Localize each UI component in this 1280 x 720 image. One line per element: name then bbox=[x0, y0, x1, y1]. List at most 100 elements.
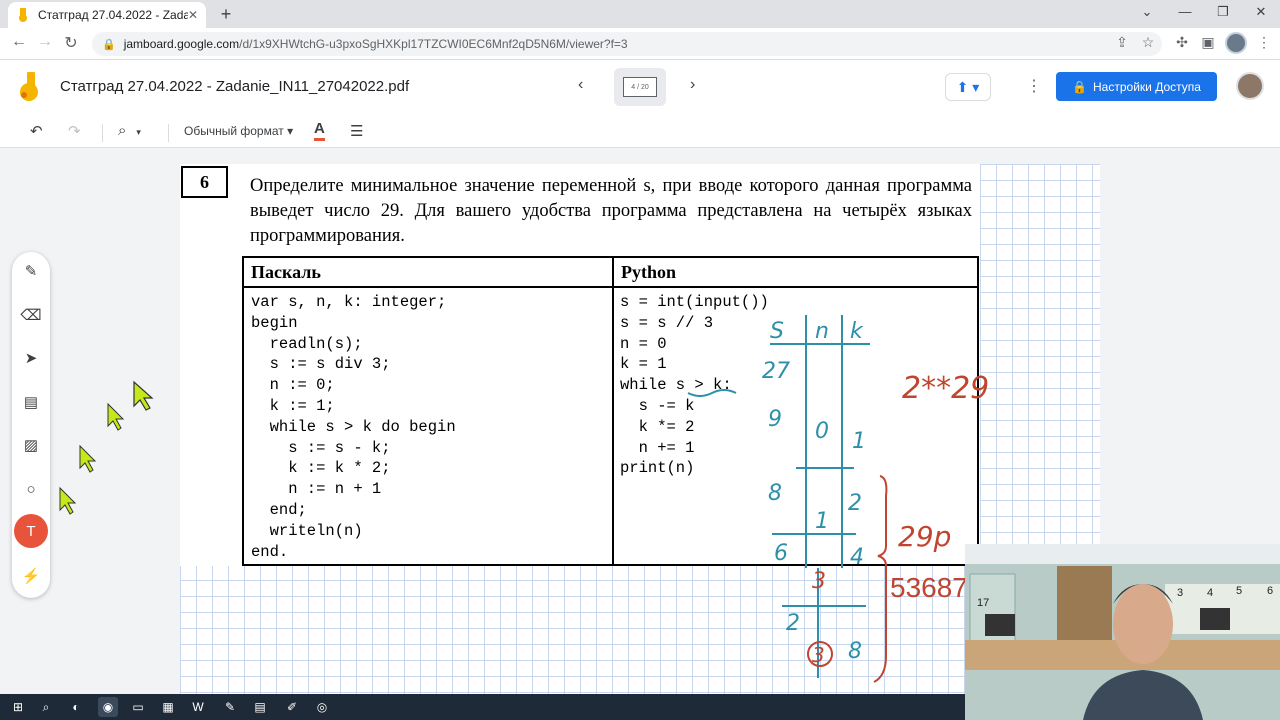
jamboard-favicon bbox=[19, 8, 27, 22]
eraser-icon[interactable]: ⌫ bbox=[20, 304, 42, 326]
hand-s-1: 9 bbox=[768, 407, 782, 432]
pen-app-icon[interactable]: ✎ bbox=[222, 699, 238, 715]
cursor-icon bbox=[107, 402, 125, 431]
cast-icon: ⬆︎ ▾ bbox=[956, 78, 980, 95]
hand-header-s: S bbox=[770, 319, 784, 344]
extensions-icon[interactable]: ✣ bbox=[1172, 34, 1192, 51]
present-button[interactable]: ⬆︎ ▾ bbox=[945, 73, 991, 101]
jamboard-header: Статград 27.04.2022 - Zadanie_IN11_27042… bbox=[0, 60, 1280, 116]
hand-red-3: 3 bbox=[812, 569, 826, 594]
hand-n-0: 0 bbox=[815, 419, 829, 444]
pen-app-icon-2[interactable]: ✐ bbox=[284, 699, 300, 715]
webcam-overlay: 17 3 4 5 6 bbox=[965, 544, 1280, 720]
obs-icon[interactable]: ◎ bbox=[314, 699, 330, 715]
hand-bottom-1: 3 bbox=[812, 643, 825, 667]
share-icon[interactable]: ⇪ bbox=[1112, 34, 1132, 51]
browser-tab[interactable]: Статград 27.04.2022 - Zadanie_IN ✕ bbox=[8, 2, 206, 28]
redo-icon[interactable]: ↷ bbox=[68, 122, 81, 140]
pen-icon[interactable]: ✎ bbox=[20, 260, 42, 282]
access-settings-button[interactable]: 🔒 Настройки Доступа bbox=[1056, 72, 1217, 101]
sidepanel-icon[interactable]: ▣ bbox=[1198, 34, 1218, 51]
hand-s-2: 8 bbox=[768, 481, 782, 506]
hand-k-3: 8 bbox=[848, 639, 862, 664]
zoom-icon[interactable]: ⌕ ▾ bbox=[118, 122, 141, 139]
search-icon[interactable]: ⌕ bbox=[38, 699, 54, 715]
jamboard-logo bbox=[20, 72, 38, 101]
tab-title: Статград 27.04.2022 - Zadanie_IN bbox=[38, 8, 188, 22]
select-icon[interactable]: ➤ bbox=[20, 347, 42, 369]
access-settings-label: Настройки Доступа bbox=[1093, 79, 1201, 94]
hand-k-1: 2 bbox=[848, 491, 862, 516]
back-icon[interactable]: ← bbox=[8, 33, 30, 51]
url-input[interactable]: 🔒 jamboard.google.com /d/1x9XHWtchG-u3px… bbox=[92, 32, 1162, 56]
url-path: /d/1x9XHWtchG-u3pxoSgHXKpl17TZCWI0EC6Mnf… bbox=[239, 37, 628, 51]
red-ink-text: 3 3 2**29 29р bbox=[812, 371, 989, 667]
hand-n-1: 1 bbox=[815, 509, 829, 534]
windows-taskbar: ⊞ ⌕ ◐ ◉ ▭ ▦ W ✎ ▤ ✐ ◎ bbox=[0, 694, 965, 720]
profile-avatar[interactable] bbox=[1225, 32, 1247, 54]
restore-icon[interactable]: ❐ bbox=[1208, 4, 1238, 20]
webcam-label-6: 6 bbox=[1267, 585, 1273, 597]
prev-frame-icon[interactable]: ‹ bbox=[578, 76, 583, 94]
format-dropdown[interactable]: Обычный формат ▾ bbox=[184, 124, 293, 138]
tool-rail: ✎ ⌫ ➤ ▤ ▨ ○ T ⚡ bbox=[12, 252, 50, 598]
file-explorer-icon[interactable]: ▭ bbox=[130, 699, 146, 715]
cursor-icon bbox=[133, 380, 154, 411]
browser-tab-bar: Статград 27.04.2022 - Zadanie_IN ✕ + ⌄ —… bbox=[0, 0, 1280, 28]
webcam-video: 17 3 4 5 6 bbox=[965, 544, 1280, 720]
webcam-label-3: 3 bbox=[1177, 587, 1183, 599]
new-tab-icon[interactable]: + bbox=[216, 4, 236, 25]
lock-icon: 🔒 bbox=[102, 38, 116, 51]
frame-bar-button[interactable]: 4 / 20 bbox=[614, 68, 666, 106]
bookmark-star-icon[interactable]: ☆ bbox=[1138, 34, 1158, 51]
more-options-icon[interactable]: ⋮ bbox=[1026, 76, 1042, 96]
forward-icon[interactable]: → bbox=[34, 33, 56, 51]
hand-s-0: 27 bbox=[762, 359, 790, 384]
browser-menu-icon[interactable]: ⋮ bbox=[1254, 34, 1274, 51]
format-label: Обычный формат bbox=[184, 124, 284, 138]
app-icon[interactable]: ▦ bbox=[160, 699, 176, 715]
webcam-label-4: 4 bbox=[1207, 587, 1213, 599]
windows-start-icon[interactable]: ⊞ bbox=[10, 699, 26, 715]
blue-ink-text: S n k 27 9 0 1 8 1 2 6 4 2 8 bbox=[762, 319, 866, 664]
text-color-icon[interactable]: A bbox=[314, 120, 325, 141]
minimize-icon[interactable]: — bbox=[1170, 4, 1200, 19]
edge-icon[interactable]: ◐ bbox=[68, 699, 84, 715]
hand-header-n: n bbox=[815, 319, 829, 344]
close-window-icon[interactable]: ✕ bbox=[1246, 4, 1276, 20]
lock-icon: 🔒 bbox=[1072, 79, 1088, 94]
close-tab-icon[interactable]: ✕ bbox=[188, 8, 198, 22]
divider bbox=[168, 124, 169, 142]
hand-bottom-0: 2 bbox=[786, 611, 800, 636]
cursor-icon bbox=[79, 444, 97, 473]
circle-shape-icon[interactable]: ○ bbox=[20, 478, 42, 500]
divider bbox=[102, 124, 103, 142]
text-box-icon[interactable]: T bbox=[14, 514, 48, 548]
undo-icon[interactable]: ↶ bbox=[30, 122, 43, 140]
hand-header-k: k bbox=[850, 319, 864, 344]
document-title[interactable]: Статград 27.04.2022 - Zadanie_IN11_27042… bbox=[60, 78, 409, 95]
add-image-icon[interactable]: ▨ bbox=[20, 434, 42, 456]
cursor-icon bbox=[59, 486, 77, 515]
url-host: jamboard.google.com bbox=[123, 37, 240, 51]
webcam-label-5: 5 bbox=[1236, 585, 1242, 597]
hand-brace-note: 29р bbox=[898, 520, 951, 553]
laser-icon[interactable]: ⚡ bbox=[20, 565, 42, 587]
hand-k-2: 4 bbox=[850, 545, 864, 570]
chrome-icon[interactable]: ◉ bbox=[98, 697, 118, 717]
word-icon[interactable]: W bbox=[190, 699, 206, 715]
address-bar-row: ← → ↻ 🔒 jamboard.google.com /d/1x9XHWtch… bbox=[0, 28, 1280, 60]
align-icon[interactable]: ☰ bbox=[350, 122, 363, 140]
frame-indicator: 4 / 20 bbox=[623, 77, 657, 97]
hand-s-3: 6 bbox=[774, 541, 788, 566]
next-frame-icon[interactable]: › bbox=[690, 76, 695, 94]
hand-k-0: 1 bbox=[852, 429, 866, 454]
user-avatar[interactable] bbox=[1236, 72, 1264, 100]
hand-power: 2**29 bbox=[902, 371, 989, 406]
tab-search-icon[interactable]: ⌄ bbox=[1132, 4, 1162, 20]
sticky-note-icon[interactable]: ▤ bbox=[20, 391, 42, 413]
calculator-icon[interactable]: ▤ bbox=[252, 699, 268, 715]
reload-icon[interactable]: ↻ bbox=[60, 33, 82, 53]
jamboard-toolbar: ↶ ↷ ⌕ ▾ Обычный формат ▾ A ☰ bbox=[0, 116, 1280, 148]
webcam-label-17: 17 bbox=[977, 597, 989, 609]
